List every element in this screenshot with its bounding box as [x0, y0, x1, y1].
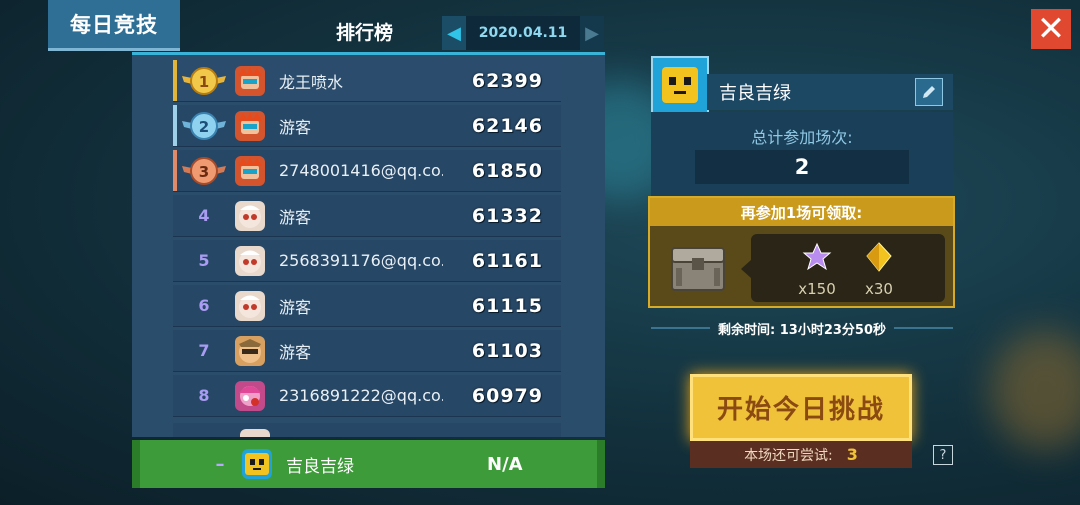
player-avatar: [235, 245, 265, 276]
player-avatar: [235, 380, 265, 411]
attempts-value: 3: [846, 445, 858, 464]
leaderboard-row[interactable]: 8 2316891222@qq.co... 60979: [173, 375, 561, 417]
player-name: 游客: [279, 117, 312, 137]
mode-tab[interactable]: 每日竞技: [48, 0, 180, 51]
divider: [894, 327, 953, 329]
start-challenge-button[interactable]: 开始今日挑战: [690, 374, 912, 441]
player-score: 61850: [471, 159, 543, 182]
player-name: 2316891222@qq.co...: [279, 386, 443, 405]
leaderboard-row[interactable]: 7 游客 61103: [173, 330, 561, 372]
leaderboard-row[interactable]: 2 游客 62146: [173, 105, 561, 147]
attempts-bar: 本场还可尝试: 3: [690, 441, 912, 468]
player-avatar: [235, 65, 265, 96]
gold-medal-icon: 1: [178, 66, 230, 96]
player-score: 60979: [471, 384, 543, 407]
date-selector: ◀ 2020.04.11 ▶: [442, 16, 604, 50]
date-label: 2020.04.11: [478, 25, 568, 41]
reward-item: x150: [787, 242, 847, 298]
my-score: N/A: [487, 453, 523, 475]
reward-quantity: x150: [798, 280, 836, 298]
silver-medal-icon: 2: [178, 111, 230, 141]
profile-name: 吉良吉绿: [719, 83, 791, 104]
leaderboard-row[interactable]: 6 游客 61115: [173, 285, 561, 327]
bronze-medal-icon: 3: [178, 156, 230, 186]
leaderboard-row[interactable]: 4 游客 61332: [173, 195, 561, 237]
chest-icon: [668, 238, 728, 296]
player-name: 2748001416@qq.co...: [279, 161, 443, 180]
edit-name-button[interactable]: [915, 78, 943, 106]
close-button[interactable]: ✕: [1031, 9, 1071, 49]
rank-number: 5: [198, 251, 210, 270]
reward-item: x30: [849, 242, 909, 298]
reward-header: 再参加1场可领取:: [650, 198, 953, 226]
gold-diamond-icon: [866, 242, 892, 272]
leaderboard-list[interactable]: 1 龙王喷水 62399 2 游客 62146 3 2748001416@qq.…: [132, 55, 605, 437]
profile-name-bar: 吉良吉绿: [707, 74, 953, 110]
player-score: 62146: [471, 114, 543, 137]
player-avatar: [235, 290, 265, 321]
rank-number: 8: [198, 386, 210, 405]
player-avatar: [235, 335, 265, 366]
player-score: 62399: [471, 69, 543, 92]
divider: [651, 327, 710, 329]
reward-items: x150 x30: [741, 234, 945, 302]
pencil-icon: [923, 86, 935, 98]
my-avatar: [242, 449, 272, 479]
prev-date-button[interactable]: ◀: [442, 16, 466, 50]
purple-star-icon: [802, 242, 832, 271]
profile-avatar: [651, 56, 709, 114]
my-name: 吉良吉绿: [286, 456, 354, 477]
rank-accent: [173, 60, 177, 101]
stats-panel: 总计参加场次: 2: [651, 112, 953, 196]
player-name: 2568391176@qq.co...: [279, 251, 443, 270]
player-avatar: [240, 428, 270, 437]
svg-text:2: 2: [199, 118, 209, 136]
rank-number: 6: [198, 296, 210, 315]
player-score: 61332: [471, 204, 543, 227]
player-name: 游客: [279, 342, 312, 362]
rank-accent: [173, 105, 177, 146]
leaderboard-row[interactable]: 5 2568391176@qq.co... 61161: [173, 240, 561, 282]
help-button[interactable]: ?: [933, 445, 953, 465]
svg-text:1: 1: [199, 73, 209, 91]
total-participation-label: 总计参加场次:: [751, 128, 853, 147]
question-icon: ?: [939, 447, 947, 463]
my-rank-number: –: [215, 453, 225, 475]
reward-panel: 再参加1场可领取: x150 x30: [648, 196, 955, 308]
reward-quantity: x30: [865, 280, 893, 298]
remaining-time-label: 剩余时间: 13小时23分50秒: [718, 322, 886, 338]
leaderboard-row[interactable]: 3 2748001416@qq.co... 61850: [173, 150, 561, 192]
chevron-left-icon: ◀: [447, 22, 461, 44]
player-avatar: [235, 155, 265, 186]
player-name: 游客: [279, 297, 312, 317]
remaining-time: 剩余时间: 13小时23分50秒: [651, 318, 953, 338]
svg-text:3: 3: [199, 163, 209, 181]
total-participation-value: 2: [695, 150, 909, 184]
player-score: 61161: [471, 249, 543, 272]
my-rank-row: – 吉良吉绿 N/A: [132, 440, 605, 488]
background-glow: [990, 330, 1080, 450]
leaderboard-title: 排行榜: [336, 22, 394, 44]
player-score: 61103: [471, 339, 543, 362]
next-date-button[interactable]: ▶: [579, 16, 604, 50]
player-name: 游客: [279, 207, 312, 227]
leaderboard-row[interactable]: 1 龙王喷水 62399: [173, 60, 561, 102]
player-avatar: [235, 200, 265, 231]
player-name: 龙王喷水: [279, 72, 344, 92]
rank-number: 4: [198, 206, 210, 225]
rank-accent: [173, 150, 177, 191]
chevron-right-icon: ▶: [585, 22, 599, 44]
player-score: 61115: [471, 294, 543, 317]
close-icon: ✕: [1036, 9, 1066, 49]
rank-number: 7: [198, 341, 210, 360]
attempts-label: 本场还可尝试:: [744, 447, 833, 464]
leaderboard-row-partial[interactable]: [173, 423, 561, 437]
player-avatar: [235, 110, 265, 141]
